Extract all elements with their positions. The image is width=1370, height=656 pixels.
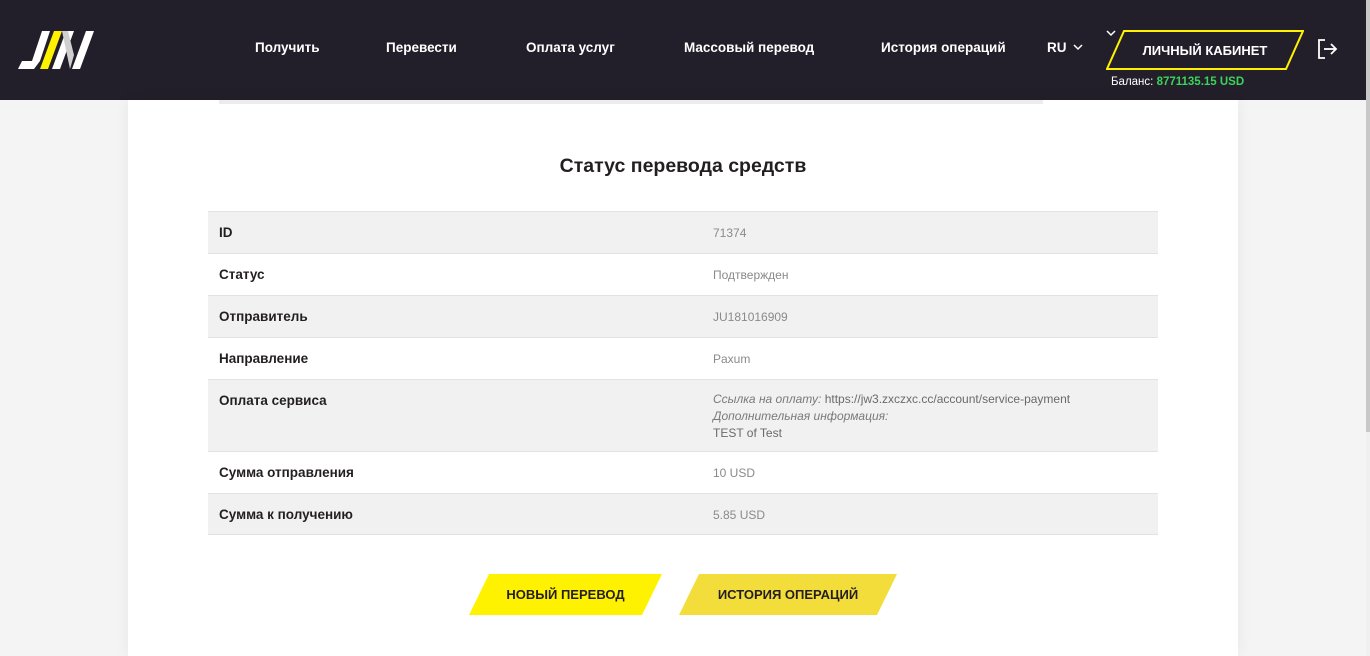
cabinet-label: ЛИЧНЫЙ КАБИНЕТ: [1142, 42, 1268, 58]
nav-transfer[interactable]: Перевести: [386, 40, 457, 55]
jw-logo[interactable]: [16, 31, 96, 69]
table-row: Сумма к получению 5.85 USD: [208, 493, 1158, 535]
balance-label: Баланс:: [1111, 76, 1154, 88]
table-row: ID 71374: [208, 211, 1158, 253]
row-value: 71374: [713, 226, 747, 240]
card-top-divider: [219, 100, 1043, 104]
row-label: ID: [219, 225, 233, 240]
logout-icon[interactable]: [1316, 38, 1338, 60]
row-value: JU181016909: [713, 310, 788, 324]
nav-mass-transfer[interactable]: Массовый перевод: [684, 40, 814, 55]
row-label: Сумма к получению: [219, 507, 353, 522]
page-title: Статус перевода средств: [559, 155, 807, 177]
new-transfer-label: НОВЫЙ ПЕРЕВОД: [506, 587, 625, 602]
nav-service-payment[interactable]: Оплата услуг: [526, 40, 615, 55]
nav-history[interactable]: История операций: [881, 40, 1006, 55]
chevron-down-icon: [1072, 44, 1083, 51]
additional-info-value: TEST of Test: [713, 426, 782, 440]
language-selector[interactable]: RU: [1047, 40, 1083, 55]
additional-info-label: Дополнительная информация:: [713, 409, 889, 423]
row-value: Подтвержден: [713, 268, 789, 282]
chevron-down-icon: [1106, 30, 1116, 37]
table-row: Статус Подтвержден: [208, 253, 1158, 295]
transfer-details-table: ID 71374 Статус Подтвержден Отправитель …: [208, 211, 1158, 535]
language-label: RU: [1047, 40, 1067, 55]
row-value: 10 USD: [713, 466, 756, 480]
balance: Баланс: 8771135.15 USD: [1111, 76, 1244, 88]
top-header: Получить Перевести Оплата услуг Массовый…: [0, 0, 1366, 100]
table-row: Оплата сервиса Ссылка на оплату: https:/…: [208, 379, 1158, 451]
row-label: Направление: [219, 351, 309, 366]
balance-value: 8771135.15 USD: [1156, 76, 1245, 88]
payment-link-label: Ссылка на оплату:: [713, 392, 822, 406]
row-label: Отправитель: [219, 309, 308, 324]
row-label: Оплата сервиса: [219, 393, 327, 408]
table-row: Отправитель JU181016909: [208, 295, 1158, 337]
history-label: ИСТОРИЯ ОПЕРАЦИЙ: [717, 587, 859, 602]
row-label: Статус: [219, 267, 265, 282]
row-value: Paxum: [713, 352, 751, 366]
personal-cabinet-button[interactable]: ЛИЧНЫЙ КАБИНЕТ: [1106, 30, 1304, 70]
table-row: Сумма отправления 10 USD: [208, 451, 1158, 493]
row-label: Сумма отправления: [219, 465, 354, 480]
scrollbar-thumb[interactable]: [1366, 0, 1370, 432]
history-button[interactable]: ИСТОРИЯ ОПЕРАЦИЙ: [679, 574, 897, 615]
row-value: Ссылка на оплату: https://jw3.zxczxc.cc/…: [713, 380, 1158, 451]
table-row: Направление Paxum: [208, 337, 1158, 379]
nav-receive[interactable]: Получить: [255, 40, 320, 55]
new-transfer-button[interactable]: НОВЫЙ ПЕРЕВОД: [469, 574, 662, 615]
row-value: 5.85 USD: [713, 508, 766, 522]
payment-link[interactable]: https://jw3.zxczxc.cc/account/service-pa…: [825, 392, 1070, 406]
